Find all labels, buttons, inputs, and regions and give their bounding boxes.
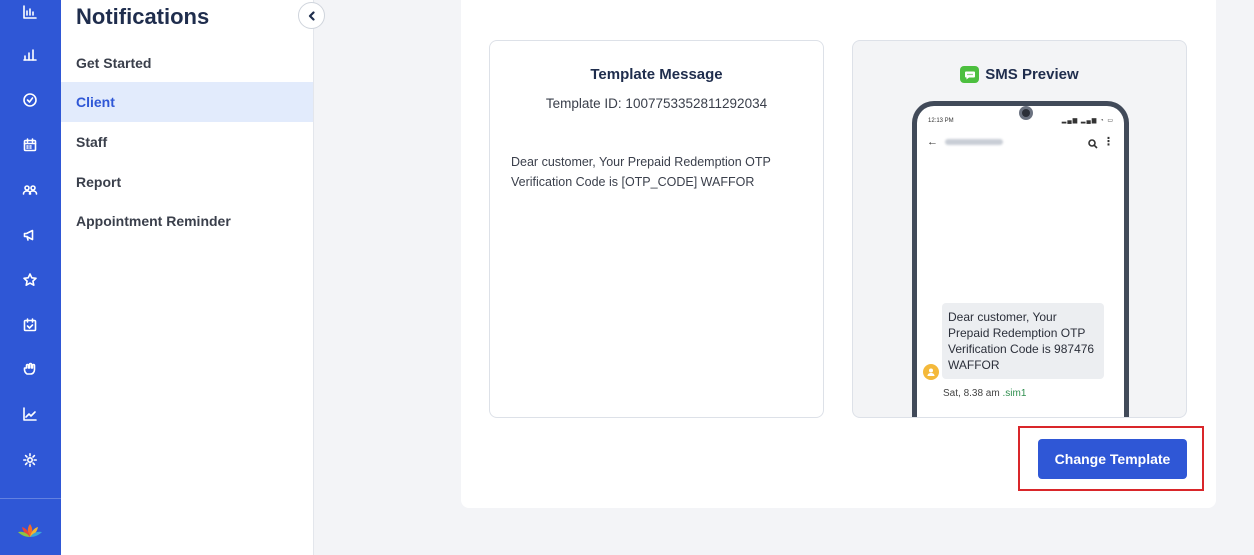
sidebar-item-staff[interactable]: Staff [61, 122, 313, 162]
preview-title: SMS Preview [985, 66, 1079, 83]
bar-chart-icon[interactable] [18, 43, 42, 67]
template-body: Dear customer, Your Prepaid Redemption O… [511, 155, 771, 189]
hand-icon[interactable] [18, 357, 42, 381]
message-meta: Sat, 8.38 am .sim1 [943, 388, 1027, 399]
template-id: Template ID: 1007753352811292034 [545, 96, 768, 111]
star-icon[interactable] [18, 268, 42, 292]
sidebar-item-get-started[interactable]: Get Started [61, 43, 313, 83]
sms-chat-icon [960, 66, 980, 83]
notifications-sidebar: Notifications Get Started Client Staff R… [61, 0, 314, 555]
sms-preview-panel: SMS Preview 12:13 PM ▂▄▆ ▂▄▆ ◔ ▭ ← ⋮ Dea… [852, 40, 1187, 418]
collapse-sidebar-button[interactable] [298, 2, 325, 29]
search-icon [1088, 136, 1098, 154]
sidebar-item-appointment-reminder[interactable]: Appointment Reminder [61, 201, 313, 241]
status-time: 12:13 PM [928, 118, 954, 124]
dashboard-chart-icon[interactable] [18, 0, 42, 24]
check-circle-icon[interactable] [18, 88, 42, 112]
message-time: Sat, 8.38 am [943, 388, 1000, 399]
lotus-logo[interactable] [16, 520, 44, 540]
calendar-icon[interactable] [18, 133, 42, 157]
message-sim: sim1 [1005, 388, 1027, 399]
user-avatar-icon [923, 364, 939, 380]
sidebar-item-client[interactable]: Client [61, 82, 313, 122]
chevron-left-icon [308, 10, 315, 21]
status-icons: ▂▄▆ ▂▄▆ ◔ ▭ [1061, 118, 1114, 124]
calendar-check-icon[interactable] [18, 313, 42, 337]
preview-title-row: SMS Preview [853, 66, 1186, 83]
clients-icon[interactable] [18, 178, 42, 202]
more-menu-icon: ⋮ [1103, 136, 1114, 148]
megaphone-icon[interactable] [18, 223, 42, 247]
change-template-button[interactable]: Change Template [1038, 439, 1187, 479]
sidebar-title: Notifications [76, 4, 210, 29]
rail-divider [0, 498, 61, 499]
camera-icon [1019, 106, 1033, 120]
trend-chart-icon[interactable] [18, 402, 42, 426]
back-arrow-icon: ← [927, 136, 938, 148]
settings-gear-icon[interactable] [18, 448, 42, 472]
sidebar-item-report[interactable]: Report [61, 162, 313, 202]
template-message-panel: Template Message Template ID: 1007753352… [489, 40, 824, 418]
template-title: Template Message [590, 66, 723, 83]
phone-mockup: 12:13 PM ▂▄▆ ▂▄▆ ◔ ▭ ← ⋮ Dear customer, … [912, 101, 1129, 417]
sms-message-bubble: Dear customer, Your Prepaid Redemption O… [942, 303, 1104, 379]
sender-name-blurred [945, 139, 1003, 145]
left-rail [0, 0, 61, 555]
